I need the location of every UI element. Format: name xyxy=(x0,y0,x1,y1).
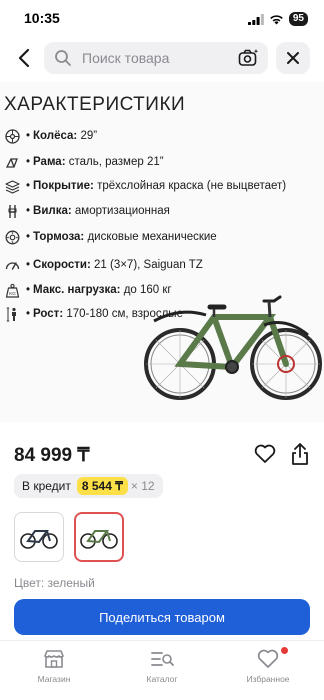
chevron-left-icon xyxy=(18,48,30,68)
spec-row-fork: • Вилка: амортизационная xyxy=(4,203,170,219)
spec-label: Вилка: xyxy=(33,205,72,217)
spec-row-brakes: • Тормоза: дисковые механические xyxy=(4,229,217,245)
spec-label: Колёса: xyxy=(33,130,78,142)
svg-text:KG: KG xyxy=(9,291,16,296)
spec-value: сталь, размер 21” xyxy=(68,156,164,168)
share-icon xyxy=(292,443,308,465)
variant-thumbnail-green[interactable] xyxy=(74,512,124,562)
nav-label: Каталог xyxy=(146,674,178,684)
nav-label: Избранное xyxy=(246,674,290,684)
share-product-button[interactable]: Поделиться товаром xyxy=(14,599,310,635)
frame-icon xyxy=(4,154,20,170)
spec-label: Макс. нагрузка: xyxy=(33,284,121,296)
favorite-button[interactable] xyxy=(254,444,276,469)
spec-row-coating: • Покрытие: трёхслойная краска (не выцве… xyxy=(4,178,286,194)
nav-item-catalog[interactable]: Каталог xyxy=(122,649,202,684)
spec-label: Рост: xyxy=(33,308,64,320)
battery-indicator: 95 xyxy=(288,12,308,26)
wheel-icon xyxy=(4,128,20,144)
share-button[interactable] xyxy=(290,442,310,471)
spec-row-frame: • Рама: сталь, размер 21” xyxy=(4,154,164,170)
credit-monthly-amount: 8 544 ₸ xyxy=(76,477,128,495)
spec-bullet: • xyxy=(26,130,31,142)
layers-icon xyxy=(4,178,20,194)
bottom-nav: Магазин Каталог Избранное xyxy=(0,640,324,700)
spec-bullet: • xyxy=(26,308,31,320)
credit-label: В кредит xyxy=(22,479,71,493)
bicycle-image xyxy=(144,295,322,400)
color-variants xyxy=(14,512,124,562)
status-bar: 10:35 95 xyxy=(0,0,324,38)
spec-bullet: • xyxy=(26,205,31,217)
spec-row-wheels: • Колёса: 29” xyxy=(4,128,97,144)
notification-badge xyxy=(281,647,288,654)
spec-value: амортизационная xyxy=(74,205,170,217)
speedometer-icon xyxy=(4,257,20,273)
spec-value: 29” xyxy=(80,130,98,142)
back-button[interactable] xyxy=(10,44,38,72)
variant-thumbnail-black[interactable] xyxy=(14,512,64,562)
brake-disc-icon xyxy=(4,229,20,245)
spec-row-speeds: • Скорости: 21 (3×7), Saiguan TZ xyxy=(4,257,203,273)
spec-value: трёхслойная краска (не выцветает) xyxy=(97,180,287,192)
credit-offer[interactable]: В кредит 8 544 ₸ × 12 xyxy=(14,474,163,498)
spec-bullet: • xyxy=(26,259,31,271)
specs-title: ХАРАКТЕРИСТИКИ xyxy=(4,94,186,115)
person-height-icon xyxy=(4,306,20,322)
wifi-icon xyxy=(270,14,283,24)
spec-label: Рама: xyxy=(33,156,66,168)
nav-item-favorites[interactable]: Избранное xyxy=(228,647,308,684)
signal-icon xyxy=(247,13,264,25)
search-input[interactable] xyxy=(82,48,232,68)
heart-icon xyxy=(257,649,279,668)
close-icon xyxy=(287,52,299,64)
nav-item-store[interactable]: Магазин xyxy=(14,649,94,684)
spec-label: Тормоза: xyxy=(33,231,85,243)
spec-bullet: • xyxy=(26,231,31,243)
weight-icon: KG xyxy=(4,282,20,298)
price-row: 84 999 ₸ xyxy=(14,440,314,470)
status-icons: 95 xyxy=(247,12,308,26)
catalog-icon xyxy=(151,652,174,666)
spec-bullet: • xyxy=(26,284,31,296)
spec-label: Скорости: xyxy=(33,259,91,271)
spec-bullet: • xyxy=(26,156,31,168)
search-icon xyxy=(55,50,71,66)
bicycle-thumbnail-icon xyxy=(80,530,118,549)
product-price: 84 999 ₸ xyxy=(14,445,90,466)
color-label: Цвет: зеленый xyxy=(14,576,95,590)
search-box[interactable] xyxy=(44,42,268,74)
close-button[interactable] xyxy=(276,42,310,74)
fork-icon xyxy=(4,203,20,219)
status-time: 10:35 xyxy=(24,10,60,26)
product-image-carousel[interactable]: ХАРАКТЕРИСТИКИ • Колёса: 29” • Рама: ста… xyxy=(0,82,324,422)
search-header xyxy=(0,40,324,76)
bicycle-thumbnail-icon xyxy=(20,530,58,549)
spec-value: дисковые механические xyxy=(87,231,217,243)
camera-search-icon[interactable] xyxy=(238,48,260,68)
store-icon xyxy=(44,650,64,668)
spec-bullet: • xyxy=(26,180,31,192)
spec-label: Покрытие: xyxy=(33,180,94,192)
spec-value: 21 (3×7), Saiguan TZ xyxy=(94,259,203,271)
credit-months: × 12 xyxy=(130,479,155,493)
nav-label: Магазин xyxy=(37,674,71,684)
heart-icon xyxy=(254,444,276,463)
